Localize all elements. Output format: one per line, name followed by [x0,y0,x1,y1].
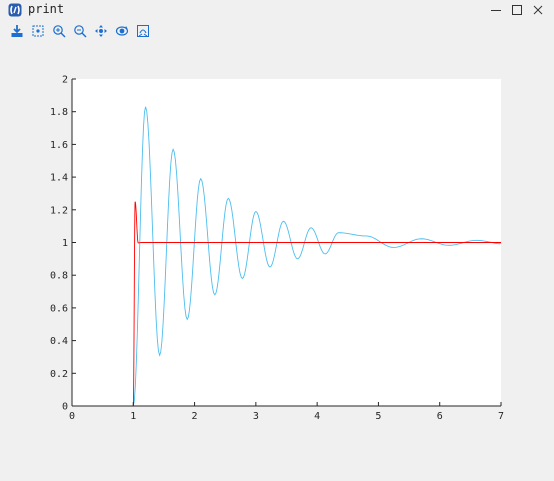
pan-icon [95,25,107,37]
window-title: print [28,2,65,16]
y-tick-label: 2 [62,75,68,86]
zoom-out-icon [74,25,87,38]
data-cursor-icon [32,25,44,37]
y-tick-label: 1.4 [50,173,68,184]
maximize-icon [512,5,522,15]
figure-toolbar [0,20,554,42]
y-tick-label: 0.6 [50,303,68,314]
title-bar: print [0,0,554,20]
maximize-button[interactable] [507,0,527,20]
minimize-icon [491,10,501,11]
x-tick-label: 6 [437,411,443,422]
zoom-in-icon [53,25,66,38]
y-tick-label: 0 [62,402,68,413]
pan-button[interactable] [92,22,110,40]
line-chart[interactable]: 0 1 2 3 4 5 6 7 0 0.2 0.4 0.6 0.8 1 1.2 1.4 1.6 1.8 2 [0,42,554,477]
zoom-out-button[interactable] [71,22,89,40]
y-tick-label: 0.2 [50,369,68,380]
restore-view-icon [137,25,149,37]
x-tick-label: 5 [375,411,381,422]
y-tick-label: 1.8 [50,107,68,118]
x-tick-label: 2 [192,411,198,422]
y-tick-label: 1 [62,238,68,249]
close-button[interactable] [528,0,548,20]
figure-area: 0 1 2 3 4 5 6 7 0 0.2 0.4 0.6 0.8 1 1.2 1.4 1.6 1.8 2 [0,42,554,477]
minimize-button[interactable] [486,0,506,20]
save-button[interactable] [8,22,26,40]
x-tick-label: 0 [69,411,75,422]
y-tick-label: 1.2 [50,205,68,216]
save-icon [11,25,23,37]
rotate-icon [115,26,129,36]
data-cursor-button[interactable] [29,22,47,40]
x-tick-label: 7 [498,411,504,422]
x-tick-label: 1 [130,411,136,422]
close-icon [533,5,543,15]
app-icon [8,3,22,17]
zoom-in-button[interactable] [50,22,68,40]
y-tick-label: 1.6 [50,140,68,151]
x-tick-label: 3 [253,411,259,422]
y-tick-label: 0.4 [50,336,68,347]
rotate-button[interactable] [113,22,131,40]
y-tick-label: 0.8 [50,271,68,282]
restore-view-button[interactable] [134,22,152,40]
x-tick-label: 4 [314,411,320,422]
